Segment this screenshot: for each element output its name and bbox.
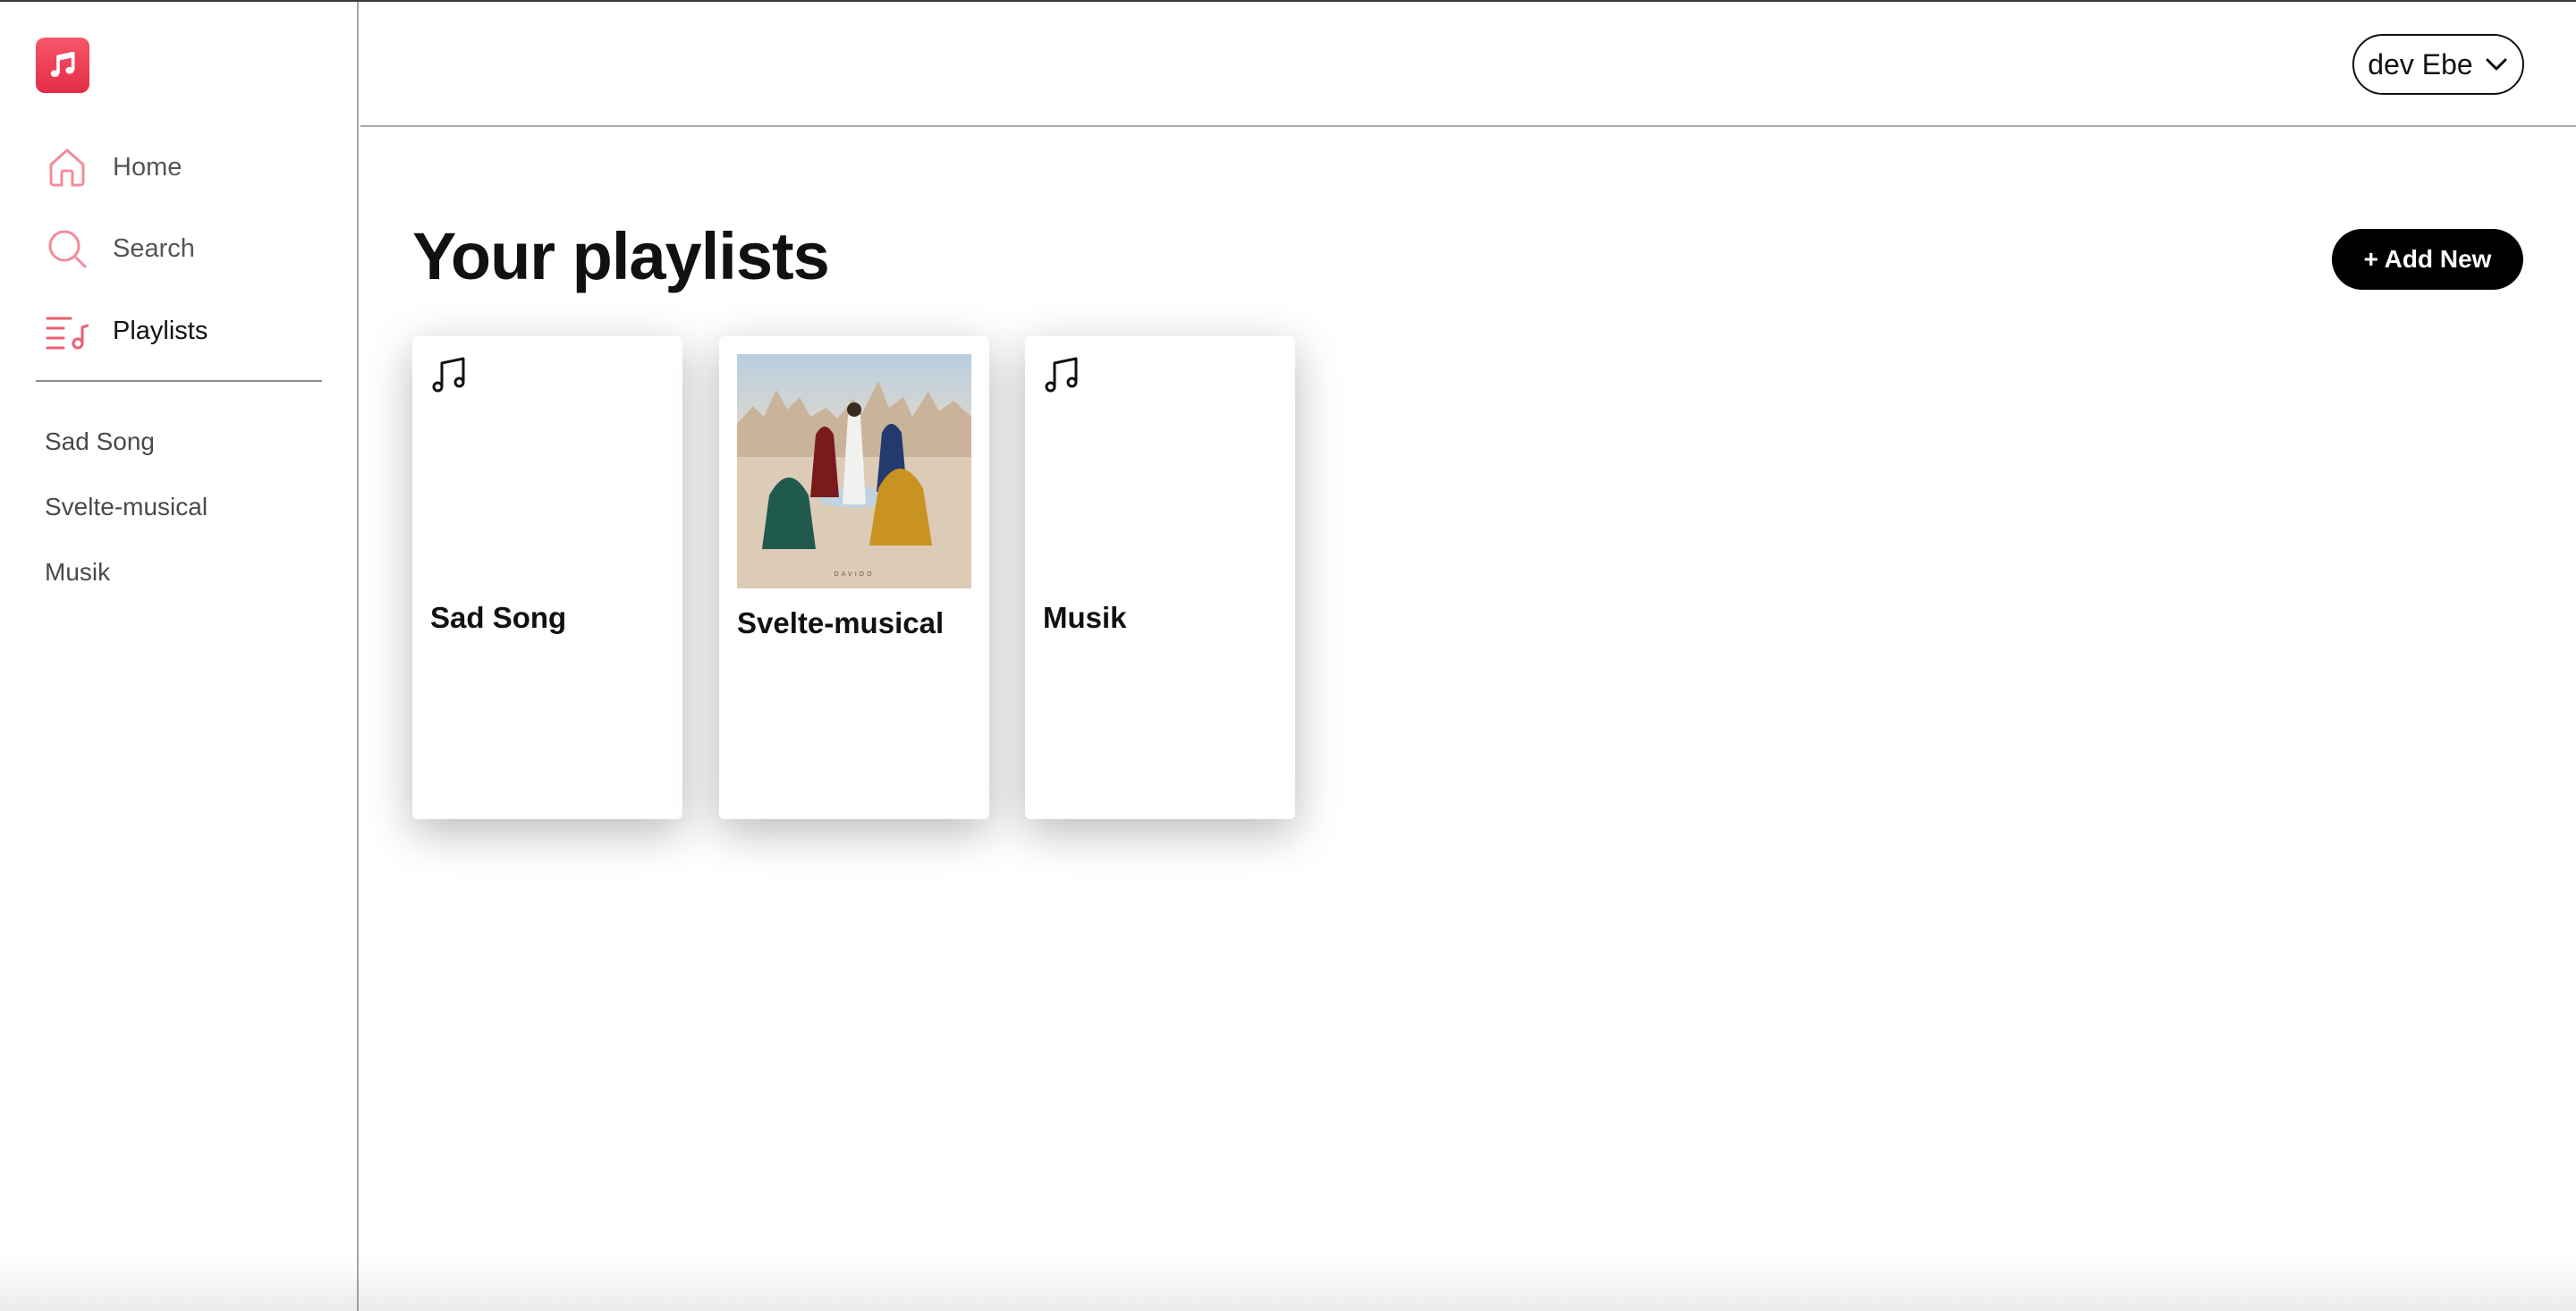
add-new-button[interactable]: + Add New <box>2332 229 2523 290</box>
search-icon <box>45 226 89 271</box>
music-note-icon <box>1045 357 1078 393</box>
sidebar-playlist-item[interactable]: Sad Song <box>45 427 155 456</box>
home-icon <box>45 145 89 190</box>
sidebar: Home Search Playlists Sad Song Svelte-mu… <box>0 2 359 1311</box>
playlist-icon <box>45 309 89 353</box>
sidebar-playlist-item[interactable]: Musik <box>45 558 110 587</box>
music-note-icon <box>50 51 75 78</box>
playlist-card[interactable]: Musik <box>1025 336 1295 819</box>
user-name: dev Ebe <box>2368 47 2473 80</box>
sidebar-divider <box>36 380 322 382</box>
nav-home[interactable]: Home <box>45 140 182 194</box>
nav-playlists[interactable]: Playlists <box>45 304 208 358</box>
playlist-card[interactable]: DAVIDO Svelte-musical <box>719 336 989 819</box>
playlist-card-title: Musik <box>1043 601 1127 634</box>
playlist-card-title: Svelte-musical <box>737 606 945 639</box>
page-title: Your playlists <box>412 219 830 293</box>
chevron-down-icon <box>2486 58 2507 71</box>
nav-search[interactable]: Search <box>45 222 195 275</box>
app-logo[interactable] <box>36 38 89 93</box>
nav-home-label: Home <box>113 152 182 182</box>
music-note-icon <box>432 357 465 393</box>
playlist-card-title: Sad Song <box>430 601 567 634</box>
sidebar-playlist-item[interactable]: Svelte-musical <box>45 493 208 521</box>
nav-playlists-label: Playlists <box>113 316 208 345</box>
app-window: Home Search Playlists Sad Song Svelte-mu… <box>0 0 2576 1311</box>
album-cover-caption: DAVIDO <box>834 571 874 578</box>
album-cover: DAVIDO <box>737 354 971 588</box>
playlist-card[interactable]: Sad Song <box>412 336 682 819</box>
top-bar: dev Ebe <box>360 2 2576 127</box>
user-menu-button[interactable]: dev Ebe <box>2352 34 2524 95</box>
bottom-shadow <box>0 1257 2576 1311</box>
nav-search-label: Search <box>113 233 195 263</box>
